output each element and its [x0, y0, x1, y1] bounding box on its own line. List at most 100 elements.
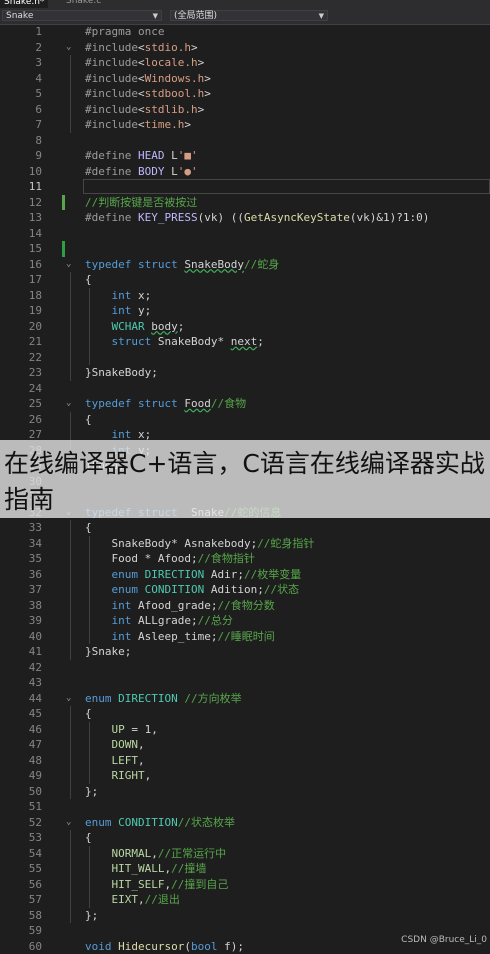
line-number: 37 [0, 582, 42, 598]
code-line[interactable]: #include<time.h> [85, 117, 191, 133]
code-line[interactable]: #include<stdio.h> [85, 40, 198, 56]
line-number: 24 [0, 381, 42, 397]
line-number: 23 [0, 365, 42, 381]
line-number: 26 [0, 412, 42, 428]
code-line[interactable]: { [85, 272, 92, 288]
tab-snake-c[interactable]: Snake.c [62, 0, 105, 8]
line-number: 11 [0, 179, 42, 195]
fold-toggle-icon[interactable]: ⌄ [66, 693, 71, 703]
code-line[interactable]: HIT_WALL,//撞墙 [85, 861, 206, 877]
line-number: 34 [0, 536, 42, 552]
code-line[interactable]: enum CONDITION//状态枚举 [85, 815, 235, 831]
line-number: 45 [0, 706, 42, 722]
code-line[interactable]: WCHAR body; [85, 319, 184, 335]
code-line[interactable]: }; [85, 908, 98, 924]
indent-guide [70, 706, 71, 799]
code-line[interactable]: { [85, 706, 92, 722]
indent-guide [70, 830, 71, 923]
code-line[interactable]: int Afood_grade;//食物分数 [85, 598, 275, 614]
code-line[interactable]: enum DIRECTION //方向枚举 [85, 691, 242, 707]
code-line[interactable]: enum DIRECTION Adir;//枚举变量 [85, 567, 301, 583]
code-line[interactable]: typedef struct Food//食物 [85, 396, 246, 412]
scope-dropdown[interactable]: Snake ▼ [2, 10, 162, 21]
line-number: 40 [0, 629, 42, 645]
line-number: 48 [0, 753, 42, 769]
indent-guide [70, 520, 71, 660]
indent-guide [89, 846, 90, 908]
current-line-highlight [83, 179, 490, 194]
code-line[interactable]: NORMAL,//正常运行中 [85, 846, 226, 862]
line-number: 43 [0, 675, 42, 691]
code-line[interactable]: typedef struct SnakeBody//蛇身 [85, 257, 279, 273]
code-line[interactable]: #include<stdlib.h> [85, 102, 204, 118]
line-number: 15 [0, 241, 42, 257]
line-number: 14 [0, 226, 42, 242]
indent-guide [70, 272, 71, 381]
code-line[interactable]: }; [85, 784, 98, 800]
code-line[interactable]: int x; [85, 288, 151, 304]
code-line[interactable]: #pragma once [85, 24, 164, 40]
code-line[interactable]: #include<stdbool.h> [85, 86, 211, 102]
line-number: 1 [0, 24, 42, 40]
fold-toggle-icon[interactable]: ⌄ [66, 259, 71, 269]
line-number: 22 [0, 350, 42, 366]
line-number: 36 [0, 567, 42, 583]
member-dropdown-value: (全局范围) [174, 11, 217, 21]
tab-bar: Snake.h* Snake.c [0, 0, 490, 8]
code-line[interactable]: HIT_SELF,//撞到自己 [85, 877, 228, 893]
line-number: 51 [0, 799, 42, 815]
line-number: 52 [0, 815, 42, 831]
code-line[interactable]: void Hidecursor(bool f); [85, 939, 244, 954]
indent-guide [89, 536, 90, 645]
chevron-down-icon: ▼ [153, 11, 158, 21]
fold-toggle-icon[interactable]: ⌄ [66, 817, 71, 827]
code-line[interactable]: RIGHT, [85, 768, 151, 784]
code-line[interactable]: { [85, 520, 92, 536]
code-line[interactable]: { [85, 412, 92, 428]
line-number: 5 [0, 86, 42, 102]
line-number: 21 [0, 334, 42, 350]
indent-guide [70, 55, 71, 133]
code-line[interactable]: #include<locale.h> [85, 55, 204, 71]
indent-guide [89, 722, 90, 784]
code-line[interactable]: #define BODY L'●' [85, 164, 198, 180]
line-number: 7 [0, 117, 42, 133]
line-number: 59 [0, 923, 42, 939]
line-number: 4 [0, 71, 42, 87]
code-line[interactable]: }SnakeBody; [85, 365, 158, 381]
code-line[interactable]: enum CONDITION Adition;//状态 [85, 582, 299, 598]
line-number: 57 [0, 892, 42, 908]
change-marker [62, 241, 65, 257]
line-number: 42 [0, 660, 42, 676]
code-line[interactable]: LEFT, [85, 753, 145, 769]
line-number: 17 [0, 272, 42, 288]
code-line[interactable]: int Asleep_time;//睡眠时间 [85, 629, 275, 645]
code-line[interactable]: EIXT,//退出 [85, 892, 180, 908]
code-line[interactable]: int y; [85, 303, 151, 319]
line-number: 41 [0, 644, 42, 660]
line-number: 19 [0, 303, 42, 319]
code-line[interactable]: #include<Windows.h> [85, 71, 211, 87]
code-line[interactable]: }Snake; [85, 644, 131, 660]
code-line[interactable]: #define HEAD L'■' [85, 148, 198, 164]
code-line[interactable]: { [85, 830, 92, 846]
code-line[interactable]: struct SnakeBody* next; [85, 334, 264, 350]
chevron-down-icon: ▼ [319, 11, 324, 21]
code-line[interactable]: //判断按键是否被按过 [85, 195, 197, 211]
line-number: 13 [0, 210, 42, 226]
caption-text: 在线编译器C+语言，C语言在线编译器实战指南 [4, 446, 488, 518]
code-line[interactable]: DOWN, [85, 737, 145, 753]
line-number: 8 [0, 133, 42, 149]
tab-snake-h[interactable]: Snake.h* [0, 0, 48, 8]
line-number: 39 [0, 613, 42, 629]
code-line[interactable]: int ALLgrade;//总分 [85, 613, 233, 629]
code-line[interactable]: UP = 1, [85, 722, 158, 738]
member-dropdown[interactable]: (全局范围) ▼ [170, 10, 328, 21]
line-number: 44 [0, 691, 42, 707]
fold-toggle-icon[interactable]: ⌄ [66, 42, 71, 52]
code-line[interactable]: SnakeBody* Asnakebody;//蛇身指针 [85, 536, 314, 552]
fold-toggle-icon[interactable]: ⌄ [66, 398, 71, 408]
code-line[interactable]: #define KEY_PRESS(vk) ((GetAsyncKeyState… [85, 210, 429, 226]
change-marker [62, 195, 65, 211]
code-line[interactable]: Food * Afood;//食物指针 [85, 551, 255, 567]
